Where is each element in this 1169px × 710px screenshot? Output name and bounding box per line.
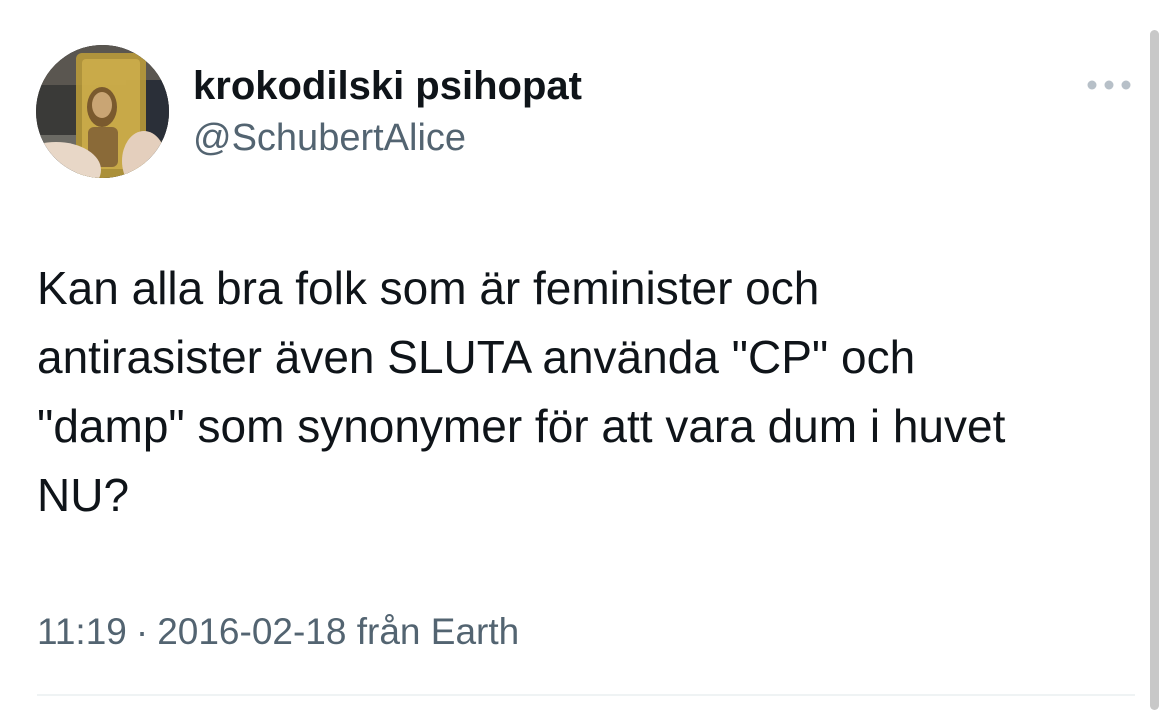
ellipsis-icon[interactable] <box>1083 70 1135 100</box>
tweet: krokodilski psihopat @SchubertAlice Kan … <box>0 0 1169 710</box>
meta-separator: · <box>135 611 149 652</box>
divider <box>37 694 1135 696</box>
avatar[interactable] <box>36 45 169 178</box>
display-name[interactable]: krokodilski psihopat <box>193 62 582 110</box>
tweet-text: Kan alla bra folk som är feminister och … <box>37 262 1006 521</box>
avatar-image <box>36 45 169 178</box>
tweet-time[interactable]: 11:19 <box>37 611 127 652</box>
tweet-date[interactable]: 2016-02-18 <box>157 611 346 652</box>
tweet-metadata: 11:19 · 2016-02-18 från Earth <box>37 609 519 655</box>
user-handle[interactable]: @SchubertAlice <box>193 115 466 161</box>
tweet-source: från Earth <box>356 611 520 652</box>
scrollbar[interactable] <box>1150 30 1159 710</box>
